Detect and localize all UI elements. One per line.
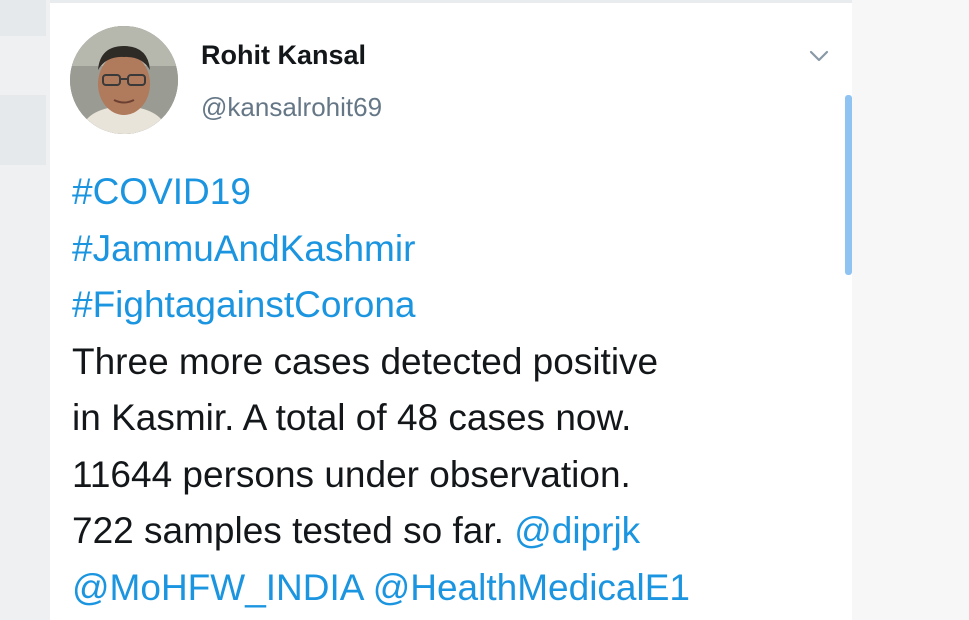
mention-link[interactable]: @diprjk: [514, 510, 640, 551]
author-display-name[interactable]: Rohit Kansal: [201, 40, 366, 71]
divider: [50, 0, 852, 3]
tweet-text: #COVID19 #JammuAndKashmir #FightagainstC…: [72, 164, 832, 616]
background-left-panel: [0, 0, 50, 620]
ghost-block: [0, 95, 46, 165]
avatar[interactable]: [70, 26, 178, 134]
hashtag-link[interactable]: #JammuAndKashmir: [72, 228, 415, 269]
avatar-image: [70, 26, 178, 134]
chevron-down-icon[interactable]: [806, 46, 832, 66]
mention-link[interactable]: @HealthMedicalE1: [373, 567, 690, 608]
tweet-card: Rohit Kansal @kansalrohit69 #COVID19 #Ja…: [50, 0, 852, 620]
author-handle[interactable]: @kansalrohit69: [201, 92, 382, 123]
tweet-body-line: Three more cases detected positive: [72, 340, 659, 382]
mention-link[interactable]: @MoHFW_INDIA: [72, 567, 362, 608]
tweet-body-line: 722 samples tested so far.: [72, 510, 515, 551]
scrollbar-thumb[interactable]: [845, 95, 852, 275]
background-right-panel: [852, 0, 969, 620]
hashtag-link[interactable]: #FightagainstCorona: [72, 284, 416, 325]
tweet-body-line: in Kasmir. A total of 48 cases now.: [72, 397, 632, 438]
hashtag-link[interactable]: #COVID19: [72, 171, 251, 212]
tweet-body-line: 11644 persons under observation.: [72, 453, 631, 495]
ghost-block: [0, 0, 46, 36]
